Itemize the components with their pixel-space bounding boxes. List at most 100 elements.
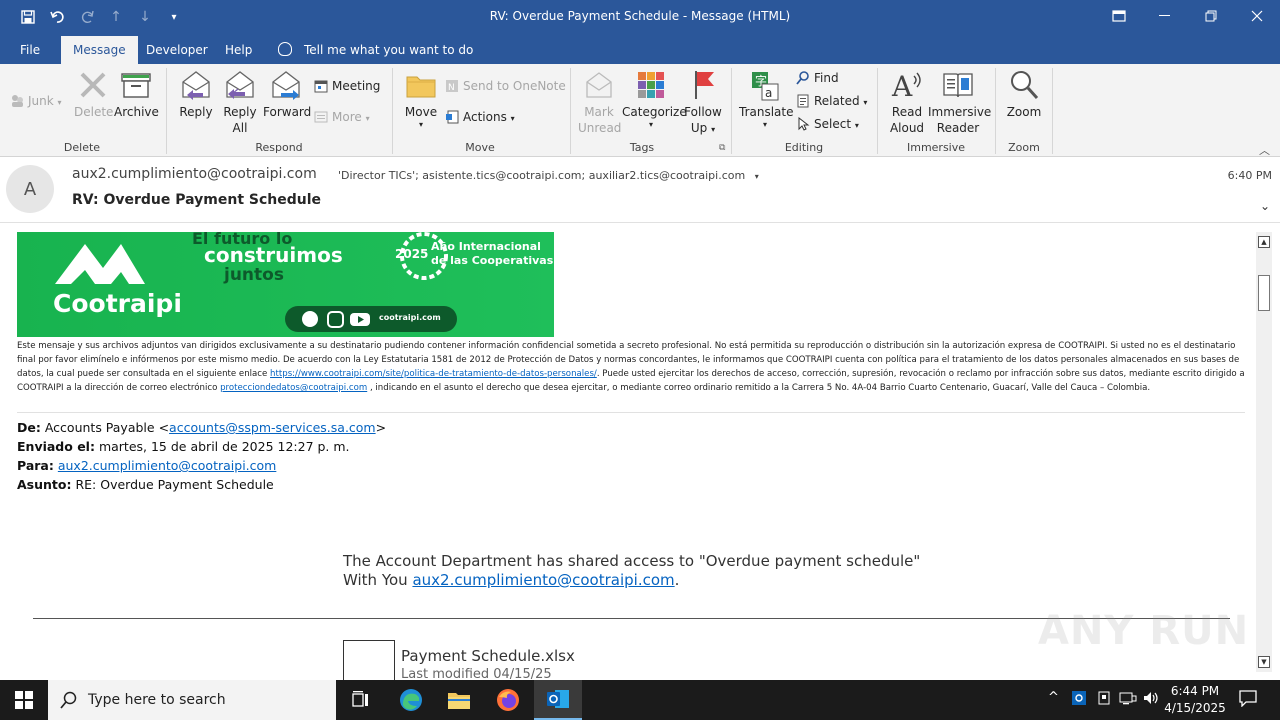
edge-taskbar-button[interactable]: [387, 680, 435, 720]
recipient-email-link[interactable]: aux2.cumplimiento@cootraipi.com: [58, 458, 277, 473]
close-icon[interactable]: [1234, 0, 1280, 32]
magnifier-icon: [1007, 68, 1041, 102]
system-clock[interactable]: 6:44 PM 4/15/2025: [1160, 683, 1230, 717]
actions-button[interactable]: Actions ▾: [445, 107, 515, 127]
arrow-up-icon[interactable]: ↑: [104, 6, 128, 28]
group-respond-label: Respond: [255, 141, 303, 154]
tab-message[interactable]: Message: [61, 36, 138, 64]
follow-up-button[interactable]: Follow Up ▾: [683, 68, 723, 138]
clock-date: 4/15/2025: [1164, 701, 1226, 715]
tell-me-search[interactable]: Tell me what you want to do: [278, 36, 473, 64]
expand-header-icon[interactable]: ⌄: [1260, 199, 1270, 213]
tab-help[interactable]: Help: [213, 36, 264, 64]
vertical-scrollbar[interactable]: ▲ ▼: [1256, 232, 1272, 672]
folder-icon: [448, 693, 470, 709]
group-tags-label: Tags: [629, 141, 655, 154]
translate-button[interactable]: 字a Translate ▾: [739, 68, 794, 130]
sender-email-link[interactable]: accounts@sspm-services.sa.com: [169, 420, 376, 435]
collapse-ribbon-icon[interactable]: ︿: [1259, 142, 1270, 158]
select-button[interactable]: Select ▾: [796, 114, 859, 134]
ribbon-display-icon[interactable]: [1096, 0, 1142, 32]
firefox-taskbar-button[interactable]: [484, 680, 532, 720]
delete-button[interactable]: Delete: [74, 68, 113, 120]
related-button[interactable]: Related ▾: [796, 91, 867, 111]
message-header: A aux2.cumplimiento@cootraipi.com 'Direc…: [0, 157, 1280, 223]
data-protection-email-link[interactable]: protecciondedatos@cootraipi.com: [220, 383, 367, 393]
move-button[interactable]: Move ▾: [402, 68, 440, 130]
windows-taskbar: Type here to search ^ 6:44 PM 4/15/2025: [0, 680, 1280, 720]
tab-file[interactable]: File: [8, 36, 52, 64]
notification-icon[interactable]: [1238, 689, 1258, 711]
immersive-reader-button[interactable]: Immersive Reader: [928, 68, 991, 136]
volume-icon[interactable]: [1142, 690, 1160, 710]
group-move-label: Move: [465, 141, 495, 154]
show-hidden-icons[interactable]: ^: [1048, 690, 1059, 705]
calendar-icon: [314, 79, 328, 93]
delete-icon: [76, 68, 110, 102]
send-to-onenote-button[interactable]: N Send to OneNote: [445, 76, 566, 96]
junk-icon: [10, 94, 24, 108]
shared-with-text: With You aux2.cumplimiento@cootraipi.com…: [343, 571, 680, 589]
outlook-tray-icon[interactable]: [1071, 690, 1087, 710]
reply-all-button[interactable]: Reply All: [222, 68, 258, 136]
customize-toolbar-icon[interactable]: ▾: [162, 6, 186, 28]
meeting-button[interactable]: Meeting: [314, 76, 380, 96]
forward-button[interactable]: Forward: [263, 68, 311, 120]
arrow-down-icon[interactable]: ↓: [133, 6, 157, 28]
scroll-up-icon[interactable]: ▲: [1258, 236, 1270, 248]
svg-text:N: N: [448, 83, 455, 93]
separator: [995, 68, 996, 154]
junk-button[interactable]: Junk ▾: [10, 91, 62, 111]
message-subject: RV: Overdue Payment Schedule: [72, 192, 322, 208]
mark-unread-button[interactable]: Mark Unread: [578, 68, 621, 136]
message-body: El futuro lo construimos juntos Cootraip…: [0, 223, 1256, 680]
start-button[interactable]: [0, 680, 48, 720]
undo-icon[interactable]: [46, 6, 70, 28]
file-explorer-taskbar-button[interactable]: [435, 680, 483, 720]
task-view-button[interactable]: [336, 680, 384, 720]
related-icon: [796, 94, 810, 108]
sender-address[interactable]: aux2.cumplimiento@cootraipi.com: [72, 166, 317, 182]
more-respond-button[interactable]: More ▾: [314, 107, 370, 127]
outlook-taskbar-button[interactable]: [534, 680, 582, 720]
device-icon[interactable]: [1096, 690, 1112, 710]
zoom-button[interactable]: Zoom: [1004, 68, 1044, 120]
dialog-launcher-icon[interactable]: ⧉: [719, 143, 725, 153]
taskbar-search-box[interactable]: Type here to search: [48, 680, 336, 720]
anyrun-watermark: ANY RUN: [1038, 608, 1250, 654]
find-button[interactable]: Find: [796, 68, 839, 88]
minimize-icon[interactable]: [1142, 0, 1188, 32]
forwarded-to: Para: aux2.cumplimiento@cootraipi.com: [17, 458, 277, 473]
cootraipi-banner-image: El futuro lo construimos juntos Cootraip…: [17, 232, 554, 337]
scroll-thumb[interactable]: [1258, 275, 1270, 311]
privacy-policy-link[interactable]: https://www.cootraipi.com/site/politica-…: [270, 369, 597, 379]
shared-with-email-link[interactable]: aux2.cumplimiento@cootraipi.com: [412, 571, 674, 589]
ribbon-tabs: File Message Developer Help Tell me what…: [0, 34, 1280, 64]
categorize-button[interactable]: Categorize ▾: [622, 68, 687, 130]
reply-button[interactable]: Reply: [178, 68, 214, 120]
search-placeholder: Type here to search: [88, 692, 226, 708]
search-icon: [60, 691, 77, 709]
file-name[interactable]: Payment Schedule.xlsx: [401, 647, 575, 665]
restore-icon[interactable]: [1188, 0, 1234, 32]
reply-all-icon: [223, 68, 257, 102]
group-delete-label: Delete: [63, 141, 101, 154]
group-zoom-label: Zoom: [1008, 141, 1040, 154]
avatar[interactable]: A: [6, 165, 54, 213]
file-icon[interactable]: [343, 640, 395, 680]
mark-unread-icon: [582, 68, 616, 102]
chevron-down-icon[interactable]: ▾: [755, 172, 759, 181]
network-icon[interactable]: [1119, 690, 1137, 710]
edge-icon: [400, 689, 422, 711]
redo-icon[interactable]: [76, 6, 100, 28]
save-icon[interactable]: [16, 6, 40, 28]
recipients[interactable]: 'Director TICs'; asistente.tics@cootraip…: [338, 169, 759, 182]
scroll-down-icon[interactable]: ▼: [1258, 656, 1270, 668]
tab-developer[interactable]: Developer: [134, 36, 220, 64]
file-modified: Last modified 04/15/25: [401, 667, 552, 680]
group-editing-label: Editing: [784, 141, 824, 154]
archive-button[interactable]: Archive: [114, 68, 159, 120]
lightbulb-icon: [278, 42, 292, 56]
read-aloud-button[interactable]: A Read Aloud: [886, 68, 928, 136]
archive-icon: [119, 68, 153, 102]
